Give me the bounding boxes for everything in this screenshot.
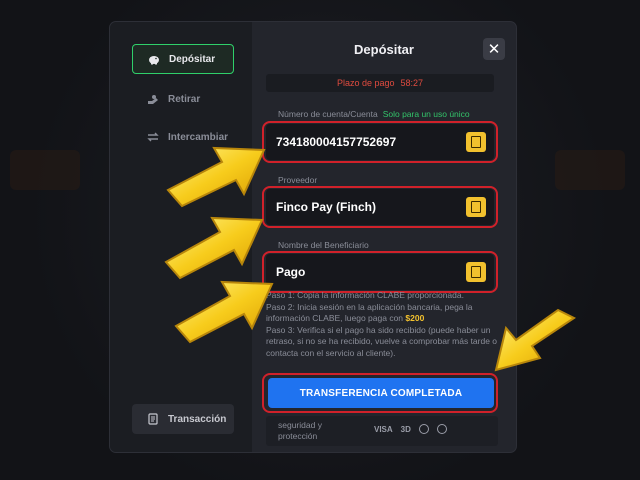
arrow-icon: [164, 216, 264, 280]
pointer-arrows: [164, 146, 576, 372]
arrow-icon: [166, 146, 266, 208]
arrow-icon: [174, 280, 274, 344]
arrow-icon: [494, 308, 576, 372]
